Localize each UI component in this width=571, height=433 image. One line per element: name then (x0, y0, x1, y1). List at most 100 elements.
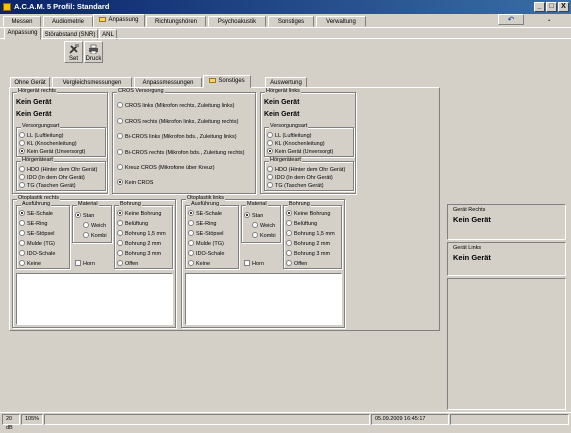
radio-kl-links[interactable]: KL (Knochenleitung) (267, 140, 325, 147)
radio-bohrung-15-r[interactable]: Bohrung 1,5 mm (117, 230, 166, 237)
radio-hdo-links[interactable]: HDO (Hinter dem Ohr Gerät) (267, 166, 345, 173)
hoergeraet-rechts-line2: Kein Gerät (16, 111, 52, 118)
tab-psychoakustik[interactable]: Psychoakustik (208, 16, 266, 27)
undo-icon: ↶ (507, 15, 515, 24)
tab-richtungshoeren[interactable]: Richtungshören (146, 16, 206, 27)
hoergeraeteart-rechts-title: Hörgeräteart (21, 157, 54, 163)
material-rechts-title: Material (77, 201, 99, 207)
radio-offen-r[interactable]: Offen (117, 260, 138, 267)
geraet-links-title: Gerät Links (453, 245, 482, 251)
radio-kein-links[interactable]: Kein Gerät (Unversorgt) (267, 148, 333, 155)
radio-ll-links[interactable]: LL (Luftleitung) (267, 132, 312, 139)
radio-ido-links[interactable]: IDO (In dem Ohr Gerät) (267, 174, 333, 181)
otoplastik-links-group: Otoplastik links Ausführung SE-Schale SE… (181, 195, 345, 328)
radio-ll-rechts[interactable]: LL (Luftleitung) (19, 132, 64, 139)
tab-audiometrie[interactable]: Audiometrie (43, 16, 93, 27)
radio-tg-rechts[interactable]: TG (Taschen Gerät) (19, 182, 76, 189)
radio-stan-l[interactable]: Stan (244, 212, 263, 219)
subtab-anpassung[interactable]: Anpassung (4, 27, 41, 40)
status-db: 20 dB (2, 414, 20, 431)
hoergeraet-links-title: Hörgerät links (265, 88, 301, 94)
radio-se-stoepsel-r[interactable]: SE-Stöpsel (19, 230, 55, 237)
radio-keine-l[interactable]: Keine (188, 260, 210, 267)
main-tab-strip: Messen Audiometrie Anpassung Richtungshö… (0, 14, 571, 27)
druck-button[interactable]: Druck (84, 41, 103, 63)
corner-dot: . (548, 14, 551, 23)
tools-icon (68, 44, 79, 54)
radio-ido-schale-l[interactable]: IDO-Schale (188, 250, 224, 257)
ausfuehrung-links-group: Ausführung SE-Schale SE-Ring SE-Stöpsel … (185, 201, 239, 269)
radio-stan-r[interactable]: Stan (75, 212, 94, 219)
hoergeraet-rechts-line1: Kein Gerät (16, 99, 52, 106)
radio-belueftung-l[interactable]: Belüftung (286, 220, 317, 227)
checkbox-horn-r[interactable]: Horn (75, 260, 95, 267)
geraet-links-panel: Gerät Links Kein Gerät (447, 242, 566, 276)
radio-se-schale-l[interactable]: SE-Schale (188, 210, 222, 217)
radio-tg-links[interactable]: TG (Taschen Gerät) (267, 182, 324, 189)
radio-bicros-rechts[interactable]: Bi-CROS rechts (Mikrofon bds., Zuleitung… (117, 149, 245, 156)
radio-se-ring-l[interactable]: SE-Ring (188, 220, 216, 227)
radio-mulde-l[interactable]: Mulde (TG) (188, 240, 224, 247)
ausfuehrung-links-title: Ausführung (190, 201, 221, 207)
versorgungsart-links-group: Versorgungsart LL (Luftleitung) KL (Knoc… (264, 123, 354, 157)
radio-cros-rechts[interactable]: CROS rechts (Mikrofon links, Zuleitung r… (117, 118, 238, 125)
radio-weich-r[interactable]: Weich (83, 222, 106, 229)
radio-ido-schale-r[interactable]: IDO-Schale (19, 250, 55, 257)
undo-button[interactable]: ↶ (498, 14, 524, 25)
set-button[interactable]: Set (64, 41, 83, 63)
radio-ido-rechts[interactable]: IDO (In dem Ohr Gerät) (19, 174, 85, 181)
radio-bohrung-15-l[interactable]: Bohrung 1,5 mm (286, 230, 335, 237)
radio-bohrung-2-l[interactable]: Bohrung 2 mm (286, 240, 330, 247)
radio-bicros-links[interactable]: Bi-CROS links (Mikrofon bds., Zuleitung … (117, 133, 237, 140)
tab-sonstiges[interactable]: Sonstiges (268, 16, 314, 27)
radio-se-stoepsel-l[interactable]: SE-Stöpsel (188, 230, 224, 237)
cros-title: CROS Versorgung (117, 88, 165, 94)
checkbox-horn-l[interactable]: Horn (244, 260, 264, 267)
status-datetime: 05.09.2009 16:45:17 (371, 414, 449, 425)
notes-rechts-textarea[interactable] (16, 273, 173, 325)
radio-kombi-l[interactable]: Kombi (252, 232, 276, 239)
hoergeraet-links-line2: Kein Gerät (264, 111, 300, 118)
hoergeraeteart-rechts-group: Hörgeräteart HDO (Hinter dem Ohr Gerät) … (16, 157, 106, 191)
radio-offen-l[interactable]: Offen (286, 260, 307, 267)
status-empty-2 (450, 414, 569, 425)
bohrung-links-title: Bohrung (288, 201, 311, 207)
geraet-rechts-panel: Gerät Rechts Kein Gerät (447, 204, 566, 240)
maximize-button[interactable]: □ (546, 2, 557, 12)
folder-icon (209, 78, 217, 83)
radio-kreuz-cros[interactable]: Kreuz CROS (Mikrofone über Kreuz) (117, 164, 215, 171)
radio-kombi-r[interactable]: Kombi (83, 232, 107, 239)
tab-messen[interactable]: Messen (3, 16, 41, 27)
toolbar: Set Druck (0, 38, 571, 64)
radio-se-schale-r[interactable]: SE-Schale (19, 210, 53, 217)
versorgungsart-rechts-title: Versorgungsart (21, 123, 61, 129)
tab-sonstiges-inner[interactable]: Sonstiges (203, 75, 251, 88)
radio-bohrung-3-l[interactable]: Bohrung 3 mm (286, 250, 330, 257)
tab-verwaltung[interactable]: Verwaltung (316, 16, 366, 27)
tab-anpassung-label: Anpassung (108, 17, 139, 23)
window-title: A.C.A.M. 5 Profil: Standard (14, 2, 110, 11)
printer-icon (89, 44, 98, 55)
radio-kl-rechts[interactable]: KL (Knochenleitung) (19, 140, 77, 147)
tab-anpassung[interactable]: Anpassung (93, 14, 145, 27)
minimize-button[interactable]: _ (534, 2, 545, 12)
radio-cros-links[interactable]: CROS links (Mikrofon rechts, Zuleitung l… (117, 102, 234, 109)
side-empty-panel (447, 278, 566, 410)
folder-icon (99, 17, 107, 22)
radio-hdo-rechts[interactable]: HDO (Hinter dem Ohr Gerät) (19, 166, 97, 173)
radio-keine-r[interactable]: Keine (19, 260, 41, 267)
hoergeraeteart-links-group: Hörgeräteart HDO (Hinter dem Ohr Gerät) … (264, 157, 354, 191)
radio-keine-bohrung-r[interactable]: Keine Bohrung (117, 210, 161, 217)
radio-kein-rechts[interactable]: Kein Gerät (Unversorgt) (19, 148, 85, 155)
radio-se-ring-r[interactable]: SE-Ring (19, 220, 47, 227)
radio-belueftung-r[interactable]: Belüftung (117, 220, 148, 227)
radio-mulde-r[interactable]: Mulde (TG) (19, 240, 55, 247)
radio-bohrung-2-r[interactable]: Bohrung 2 mm (117, 240, 161, 247)
close-button[interactable]: X (558, 2, 569, 12)
radio-keine-bohrung-l[interactable]: Keine Bohrung (286, 210, 330, 217)
geraet-rechts-value: Kein Gerät (453, 215, 491, 224)
radio-bohrung-3-r[interactable]: Bohrung 3 mm (117, 250, 161, 257)
notes-links-textarea[interactable] (185, 273, 342, 325)
radio-kein-cros[interactable]: Kein CROS (117, 179, 153, 186)
radio-weich-l[interactable]: Weich (252, 222, 275, 229)
